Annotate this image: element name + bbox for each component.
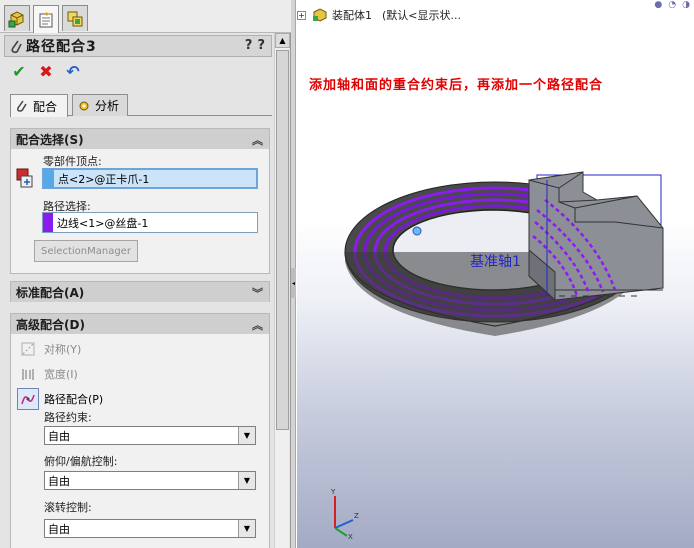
page-title: 路径配合3 bbox=[26, 39, 97, 55]
rotate-icon[interactable]: ◔ bbox=[668, 0, 676, 10]
chevron-down-icon[interactable]: ▼ bbox=[238, 472, 255, 489]
triad-z-label: Z bbox=[354, 512, 359, 520]
component-vertex-swatch bbox=[44, 169, 54, 188]
pitch-yaw-select[interactable]: 自由 ▼ bbox=[44, 471, 256, 490]
tab-analysis-label: 分析 bbox=[95, 99, 120, 113]
selection-manager-button[interactable]: SelectionManager bbox=[34, 240, 138, 262]
advanced-mates-title: 高级配合(D) bbox=[16, 317, 85, 332]
analysis-icon bbox=[79, 101, 89, 110]
expand-tree-icon[interactable]: + bbox=[297, 10, 306, 20]
roll-control-value: 自由 bbox=[48, 522, 70, 536]
property-manager-icon bbox=[39, 11, 53, 27]
symmetric-label: 对称(Y) bbox=[44, 343, 82, 356]
feature-manager-tab[interactable] bbox=[4, 5, 30, 31]
pitch-yaw-label: 俯仰/偏航控制: bbox=[44, 455, 118, 468]
standard-mates-group: 标准配合(A) ︾ bbox=[10, 281, 270, 302]
chevron-down-icon[interactable]: ▼ bbox=[238, 427, 255, 444]
chevron-down-icon[interactable]: ▼ bbox=[238, 520, 255, 537]
tab-mates[interactable]: 配合 bbox=[10, 94, 68, 117]
whats-wrong-icon[interactable]: ? bbox=[245, 38, 253, 53]
mate-tabs: 配合 分析 bbox=[10, 94, 272, 117]
pitch-yaw-value: 自由 bbox=[48, 474, 70, 488]
path-constraint-select[interactable]: 自由 ▼ bbox=[44, 426, 256, 445]
width-mate-option[interactable]: 宽度(I) bbox=[17, 363, 78, 385]
symmetric-icon bbox=[17, 338, 39, 360]
property-manager-panel: 路径配合3 ?? ✔ ✖ ↶ 配合 分析 配合选择(S) ︽ 零部件顶点: 点<… bbox=[0, 0, 291, 548]
scroll-up-icon[interactable]: ▲ bbox=[275, 33, 290, 48]
panel-splitter[interactable]: ◂ bbox=[291, 0, 296, 548]
reference-triad-icon: Y Z X bbox=[330, 488, 359, 540]
cancel-button[interactable]: ✖ bbox=[37, 62, 55, 81]
panel-scrollbar[interactable]: ▲ bbox=[274, 33, 290, 548]
path-selection-swatch bbox=[43, 213, 53, 232]
roll-control-select[interactable]: 自由 ▼ bbox=[44, 519, 256, 538]
width-icon bbox=[17, 363, 39, 385]
help-buttons: ?? bbox=[240, 38, 265, 53]
standard-mates-title: 标准配合(A) bbox=[16, 285, 85, 300]
path-selection-value: 边线<1>@丝盘-1 bbox=[57, 216, 149, 230]
component-vertex-value: 点<2>@正卡爪-1 bbox=[58, 172, 150, 186]
width-label: 宽度(I) bbox=[44, 368, 78, 381]
path-constraint-value: 自由 bbox=[48, 429, 70, 443]
zoom-icon[interactable]: ● bbox=[654, 0, 662, 10]
undo-button[interactable]: ↶ bbox=[64, 62, 82, 81]
path-vertex-point bbox=[412, 226, 422, 236]
datum-axis-label: 基准轴1 bbox=[470, 254, 521, 270]
help-icon[interactable]: ? bbox=[257, 38, 265, 53]
expand-icon[interactable]: ︾ bbox=[252, 285, 263, 301]
ok-button[interactable]: ✔ bbox=[10, 62, 28, 81]
component-vertex-label: 零部件顶点: bbox=[43, 155, 102, 168]
path-constraint-label: 路径约束: bbox=[44, 411, 92, 424]
view-heads-up-icons: ● ◔ ◑ bbox=[654, 0, 690, 10]
jaw-part bbox=[528, 171, 664, 302]
triad-x-label: X bbox=[348, 533, 353, 540]
property-manager-tab[interactable] bbox=[33, 5, 59, 33]
mate-selection-title: 配合选择(S) bbox=[16, 132, 84, 147]
assembly-name: 装配体1 bbox=[332, 9, 372, 22]
scrollbar-thumb[interactable] bbox=[276, 50, 289, 430]
collapse-icon[interactable]: ︽ bbox=[252, 317, 263, 333]
view-orientation-icon[interactable]: ◑ bbox=[682, 0, 690, 10]
collapse-icon[interactable]: ︽ bbox=[252, 132, 263, 148]
annotation-note: 添加轴和面的重合约束后，再添加一个路径配合 bbox=[309, 78, 604, 93]
path-selection-field[interactable]: 边线<1>@丝盘-1 bbox=[42, 212, 258, 233]
mate-selection-icon bbox=[16, 168, 33, 188]
configuration-manager-tab[interactable] bbox=[62, 5, 88, 31]
mate-selection-group: 配合选择(S) ︽ 零部件顶点: 点<2>@正卡爪-1 路径选择: 边线<1>@… bbox=[10, 128, 270, 274]
feature-tree-icon bbox=[8, 10, 24, 27]
tab-analysis[interactable]: 分析 bbox=[72, 94, 128, 116]
advanced-mates-header[interactable]: 高级配合(D) ︽ bbox=[11, 314, 269, 334]
assembly-config: (默认<显示状... bbox=[382, 9, 461, 22]
triad-y-label: Y bbox=[330, 488, 336, 496]
mate-selection-header[interactable]: 配合选择(S) ︽ bbox=[11, 129, 269, 149]
paperclip-icon bbox=[17, 100, 27, 112]
paperclip-icon bbox=[11, 40, 22, 54]
configuration-icon bbox=[67, 11, 83, 26]
collapse-panel-icon[interactable]: ◂ bbox=[291, 268, 296, 298]
manager-tabs bbox=[0, 0, 291, 33]
assembly-icon bbox=[313, 8, 327, 22]
feature-tree-flyout[interactable]: + 装配体1 (默认<显示状... bbox=[297, 7, 461, 23]
tab-mates-label: 配合 bbox=[33, 99, 58, 114]
path-mate-icon bbox=[17, 388, 39, 410]
graphics-viewport[interactable]: + 装配体1 (默认<显示状... ● ◔ ◑ 添加轴和面的重合约束后，再添加一… bbox=[297, 0, 694, 548]
advanced-mates-group: 高级配合(D) ︽ 对称(Y) 宽度(I) 路径配合(P) 路径约束: 自由 ▼ bbox=[10, 313, 270, 548]
path-mate-option[interactable]: 路径配合(P) bbox=[17, 388, 103, 410]
roll-control-label: 滚转控制: bbox=[44, 501, 92, 514]
action-buttons: ✔ ✖ ↶ bbox=[10, 62, 82, 81]
property-manager-title-bar: 路径配合3 ?? bbox=[4, 35, 272, 57]
symmetric-mate-option[interactable]: 对称(Y) bbox=[17, 338, 81, 360]
path-mate-label: 路径配合(P) bbox=[44, 393, 104, 406]
standard-mates-header[interactable]: 标准配合(A) ︾ bbox=[11, 282, 269, 302]
component-vertex-field[interactable]: 点<2>@正卡爪-1 bbox=[42, 168, 258, 189]
